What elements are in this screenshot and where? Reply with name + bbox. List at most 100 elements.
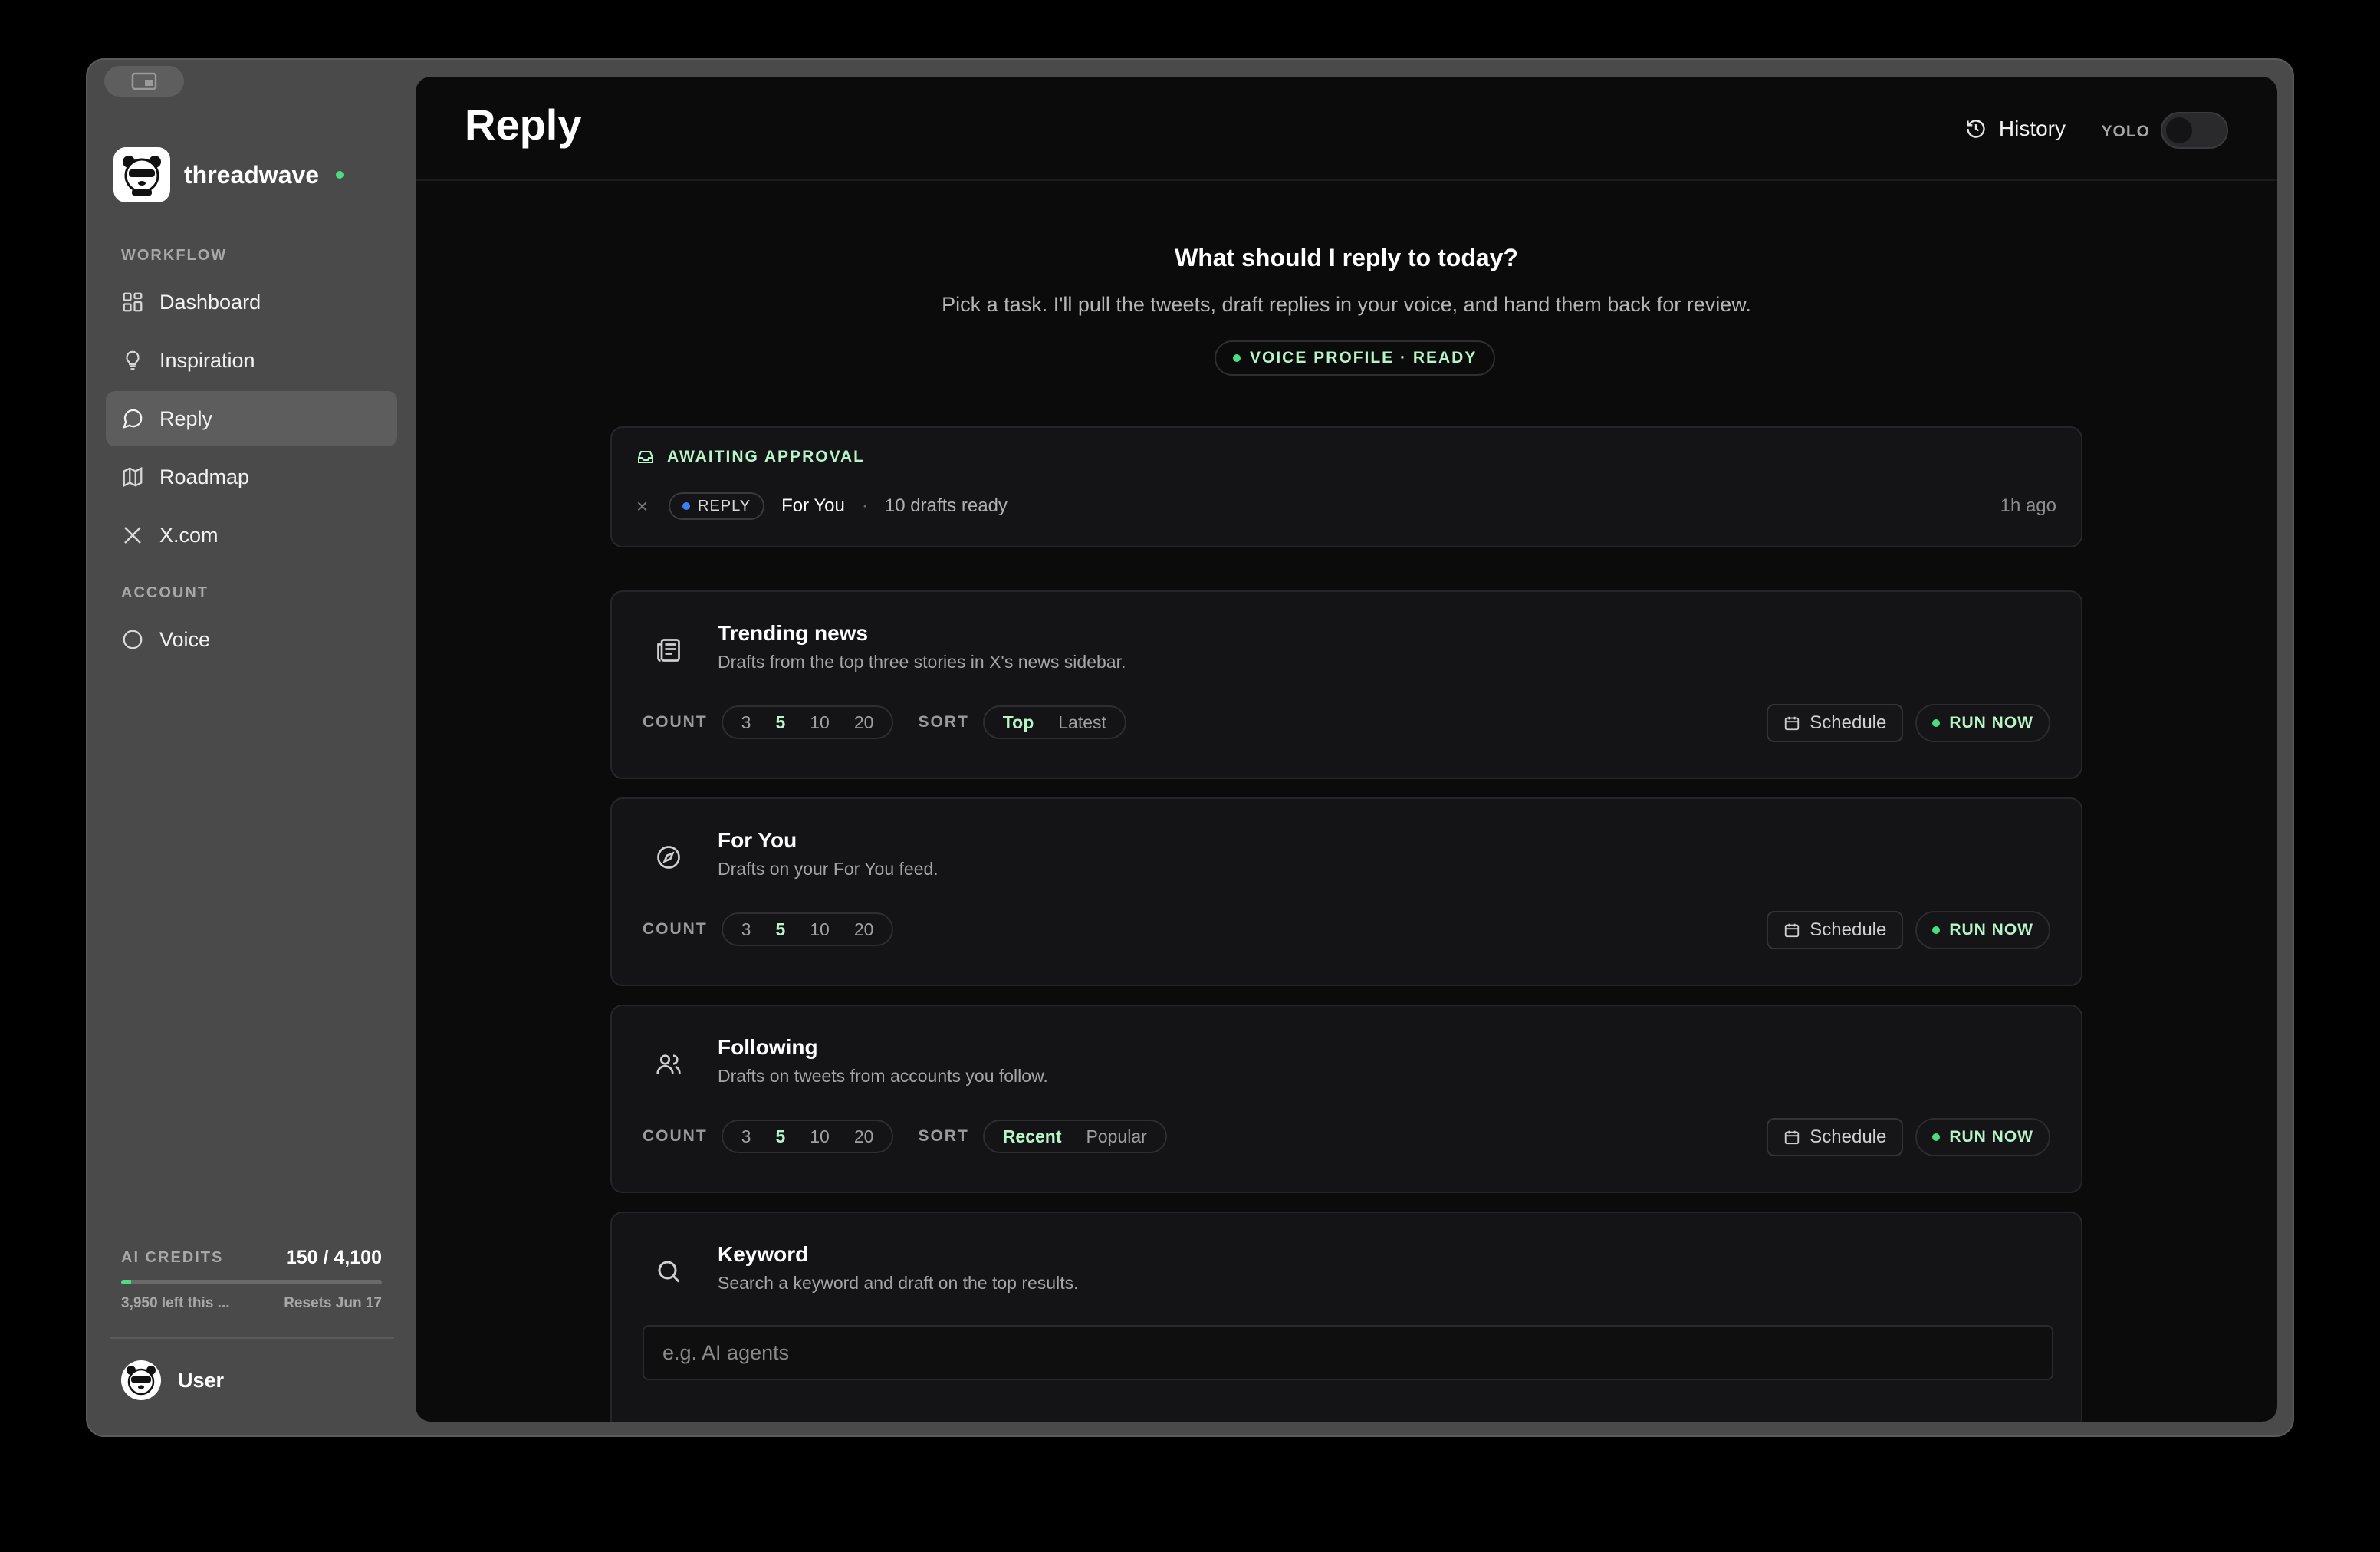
keyword-input[interactable] [643,1325,2053,1380]
credits-value: 150 / 4,100 [285,1247,382,1268]
search-icon [658,1261,680,1283]
count-label: COUNT [643,920,708,938]
approval-item[interactable]: × REPLY For You · 10 drafts ready 1h ago [636,492,2056,520]
sort-option-popular[interactable]: Popular [1074,1126,1159,1147]
calendar-icon [1785,1130,1800,1145]
count-option-5[interactable]: 5 [763,1126,797,1147]
count-option-20[interactable]: 20 [842,919,886,940]
sidebar-item-inspiration[interactable]: Inspiration [106,333,397,388]
sidebar-item-x-com[interactable]: X.com [106,508,397,563]
brand-logo [113,147,170,202]
count-label: COUNT [643,1127,708,1145]
panda-avatar-icon [127,1366,156,1396]
reply-dot [682,502,690,510]
count-option-3[interactable]: 3 [729,919,764,940]
history-icon [1967,120,1985,138]
run-now-button[interactable]: RUN NOW [1915,1118,2050,1156]
sort-option-latest[interactable]: Latest [1046,712,1119,733]
credits-progress-fill [121,1280,131,1284]
schedule-button[interactable]: Schedule [1767,704,1904,742]
x-logo-icon [124,527,141,544]
voice-profile-badge: VOICE PROFILE · READY [1215,340,1496,376]
task-card-for-you: For You Drafts on your For You feed. COU… [610,797,2082,986]
history-button[interactable]: History [1965,117,2066,141]
sidebar-item-label: Reply [159,406,213,430]
account-section-label: ACCOUNT [121,584,209,601]
count-selector: 3 5 10 20 [721,912,894,946]
count-option-20[interactable]: 20 [842,1126,886,1147]
count-selector: 3 5 10 20 [721,1120,894,1153]
panda-logo-icon [123,156,161,196]
count-option-5[interactable]: 5 [763,712,797,733]
card-description: Search a keyword and draft on the top re… [718,1273,1079,1293]
run-now-button[interactable]: RUN NOW [1915,911,2050,949]
sidebar-item-label: Dashboard [159,290,261,314]
sort-label: SORT [918,713,969,731]
online-status-dot [336,171,344,179]
history-label: History [1998,117,2066,140]
compass-icon [657,846,680,869]
sidebar-item-voice[interactable]: Voice [106,612,397,667]
awaiting-approval-panel: AWAITING APPROVAL × REPLY For You · 10 d… [610,426,2082,547]
drafts-count: 10 drafts ready [884,495,1008,516]
dashboard-icon [123,292,143,312]
schedule-button[interactable]: Schedule [1767,911,1904,949]
task-card-trending-news: Trending news Drafts from the top three … [610,590,2082,779]
inbox-icon [638,451,653,463]
sidebar-item-dashboard[interactable]: Dashboard [106,275,397,330]
sidebar-item-label: Inspiration [159,348,255,372]
run-dot [1932,1133,1941,1141]
brand[interactable]: threadwave [113,147,344,202]
sort-selector: Top Latest [982,705,1126,739]
count-option-3[interactable]: 3 [729,1126,764,1147]
dismiss-icon[interactable]: × [636,495,652,518]
page-header: Reply History YOLO [416,77,2277,181]
calendar-icon [1785,923,1800,938]
sort-selector: Recent Popular [982,1120,1167,1153]
count-option-5[interactable]: 5 [763,919,797,940]
lightbulb-icon [126,350,140,370]
avatar [121,1360,161,1400]
run-now-label: RUN NOW [1949,1128,2033,1146]
card-controls: COUNT 3 5 10 20 SORT Recent Popular [643,1120,1167,1153]
run-now-label: RUN NOW [1949,921,2033,939]
sidebar-item-label: Roadmap [159,465,250,488]
awaiting-approval-label: AWAITING APPROVAL [667,448,866,465]
awaiting-approval-title: AWAITING APPROVAL [636,448,865,466]
chat-bubble-icon [122,409,143,429]
schedule-label: Schedule [1810,1126,1887,1147]
time-ago: 1h ago [2000,495,2056,516]
task-card-keyword: Keyword Search a keyword and draft on th… [610,1212,2082,1422]
count-option-10[interactable]: 10 [797,712,842,733]
yolo-toggle-knob [2166,117,2192,143]
credits-label: AI CREDITS [121,1249,224,1266]
schedule-button[interactable]: Schedule [1767,1118,1904,1156]
card-title: For You [718,828,797,852]
count-option-20[interactable]: 20 [842,712,886,733]
card-title: Trending news [718,621,869,645]
count-option-10[interactable]: 10 [797,1126,842,1147]
hero-title: What should I reply to today? [1175,244,1518,271]
count-option-10[interactable]: 10 [797,919,842,940]
brand-name: threadwave [184,160,320,189]
newspaper-icon [657,639,680,662]
card-title: Keyword [718,1242,809,1266]
count-option-3[interactable]: 3 [729,712,764,733]
user-name: User [178,1368,225,1392]
sidebar: threadwave WORKFLOW Dashboard Inspiratio… [87,60,416,1435]
sort-option-recent[interactable]: Recent [991,1126,1074,1147]
sidebar-item-roadmap[interactable]: Roadmap [106,449,397,505]
task-card-following: Following Drafts on tweets from accounts… [610,1005,2082,1193]
card-controls: COUNT 3 5 10 20 [643,912,894,946]
main-panel: Reply History YOLO What should I reply t… [416,77,2277,1422]
run-now-button[interactable]: RUN NOW [1915,704,2050,742]
reply-badge-label: REPLY [698,497,751,515]
count-label: COUNT [643,713,708,731]
sidebar-item-reply[interactable]: Reply [106,391,397,446]
yolo-toggle[interactable] [2161,112,2228,149]
user-profile[interactable]: User [121,1360,224,1400]
sort-option-top[interactable]: Top [991,712,1046,733]
map-icon [123,466,143,488]
credits-resets-text: Resets Jun 17 [284,1295,382,1311]
workflow-section-label: WORKFLOW [121,247,228,264]
